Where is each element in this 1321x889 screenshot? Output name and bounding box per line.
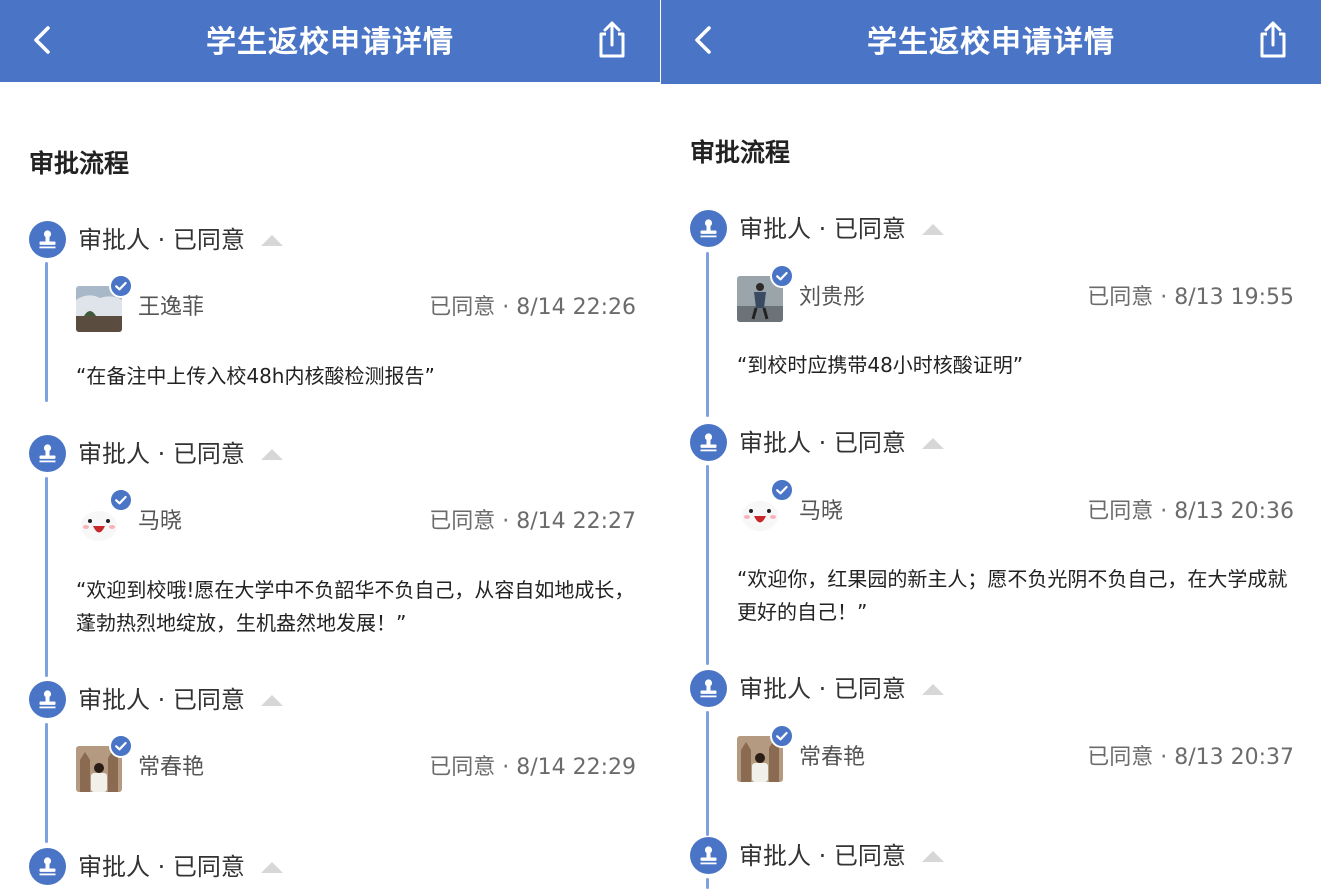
approver-row: 刘贵彤 已同意 · 8/13 19:55: [737, 264, 1294, 322]
right-screen: 学生返校申请详情 审批流程 审批人 · 已同意 刘贵彤 已同意 · 8/13 1…: [661, 0, 1321, 889]
approver-name: 王逸菲: [138, 295, 205, 320]
step-label: 审批人 · 已同意: [78, 226, 245, 254]
step-label: 审批人 · 已同意: [78, 686, 245, 714]
app-header: 学生返校申请详情: [0, 0, 660, 82]
stamp-icon: [29, 435, 66, 472]
step-label: 审批人 · 已同意: [739, 215, 906, 243]
approval-status: 已同意 · 8/14 22:29: [429, 755, 636, 780]
section-title: 审批流程: [29, 149, 130, 178]
verified-check-icon: [770, 724, 794, 748]
stamp-icon: [29, 848, 66, 885]
step-label: 审批人 · 已同意: [78, 440, 245, 468]
section-title: 审批流程: [690, 138, 791, 167]
approver-name: 马晓: [138, 509, 183, 534]
step-label: 审批人 · 已同意: [739, 675, 906, 703]
verified-check-icon: [109, 734, 133, 758]
collapse-triangle-icon[interactable]: [922, 223, 944, 235]
approver-row: 常春艳 已同意 · 8/13 20:37: [737, 724, 1294, 782]
verified-check-icon: [770, 264, 794, 288]
stamp-icon: [690, 670, 727, 707]
approval-status: 已同意 · 8/14 22:27: [429, 509, 636, 534]
collapse-triangle-icon[interactable]: [261, 448, 283, 460]
verified-check-icon: [109, 274, 133, 298]
step-label: 审批人 · 已同意: [739, 842, 906, 870]
share-icon[interactable]: [1255, 18, 1291, 60]
collapse-triangle-icon[interactable]: [261, 694, 283, 706]
approval-comment: “欢迎到校哦!愿在大学中不负韶华不负自己，从容自如地成长，蓬勃热烈地绽放，生机盎…: [76, 578, 635, 635]
approval-status: 已同意 · 8/14 22:26: [429, 295, 636, 320]
timeline-line: [45, 477, 48, 677]
left-screen: 学生返校申请详情 审批流程 审批人 · 已同意 王逸菲 已同意 · 8/14 2…: [0, 0, 660, 889]
stamp-icon: [29, 221, 66, 258]
approver-name: 刘贵彤: [799, 285, 866, 310]
timeline-line: [706, 252, 709, 417]
timeline-line: [45, 262, 48, 402]
approver-name: 马晓: [799, 499, 844, 524]
stamp-icon: [690, 424, 727, 461]
stamp-icon: [690, 210, 727, 247]
timeline-line: [706, 465, 709, 665]
approval-status: 已同意 · 8/13 20:37: [1087, 745, 1294, 770]
app-header: 学生返校申请详情: [661, 0, 1321, 84]
collapse-triangle-icon[interactable]: [922, 850, 944, 862]
timeline-line: [706, 711, 709, 836]
timeline-line: [706, 878, 709, 889]
approval-status: 已同意 · 8/13 20:36: [1087, 499, 1294, 524]
stamp-icon: [29, 681, 66, 718]
approver-row: 马晓 已同意 · 8/14 22:27: [76, 488, 636, 546]
approval-comment: “到校时应携带48小时核酸证明”: [737, 353, 1024, 377]
collapse-triangle-icon[interactable]: [922, 437, 944, 449]
approver-row: 马晓 已同意 · 8/13 20:36: [737, 478, 1294, 536]
page-title: 学生返校申请详情: [206, 25, 454, 60]
verified-check-icon: [770, 478, 794, 502]
share-icon[interactable]: [594, 18, 630, 60]
collapse-triangle-icon[interactable]: [261, 861, 283, 873]
approver-row: 王逸菲 已同意 · 8/14 22:26: [76, 274, 636, 332]
step-label: 审批人 · 已同意: [739, 429, 906, 457]
approval-status: 已同意 · 8/13 19:55: [1087, 285, 1294, 310]
approver-name: 常春艳: [138, 755, 205, 780]
stamp-icon: [690, 837, 727, 874]
collapse-triangle-icon[interactable]: [261, 234, 283, 246]
collapse-triangle-icon[interactable]: [922, 683, 944, 695]
timeline-line: [45, 723, 48, 843]
page-title: 学生返校申请详情: [867, 25, 1115, 60]
approver-name: 常春艳: [799, 745, 866, 770]
step-label: 审批人 · 已同意: [78, 853, 245, 881]
verified-check-icon: [109, 488, 133, 512]
approval-comment: “在备注中上传入校48h内核酸检测报告”: [76, 364, 435, 388]
approver-row: 常春艳 已同意 · 8/14 22:29: [76, 734, 636, 792]
approval-comment: “欢迎你，红果园的新主人；愿不负光阴不负自己，在大学成就更好的自己！”: [737, 567, 1288, 624]
